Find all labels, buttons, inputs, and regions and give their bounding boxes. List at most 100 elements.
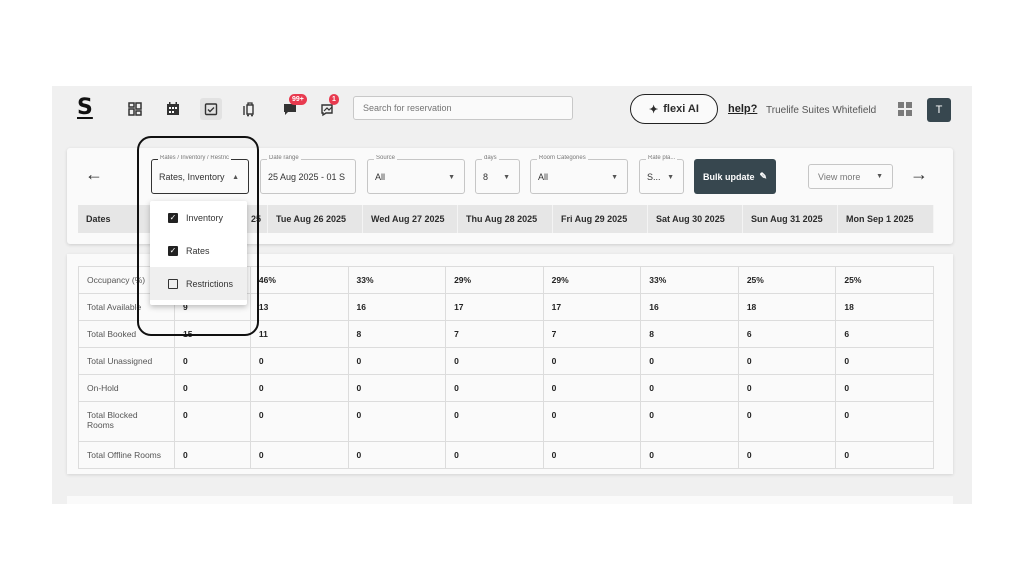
table-cell: 8 (640, 320, 739, 348)
row-label: On-Hold (78, 374, 175, 402)
table-cell: 0 (445, 347, 544, 375)
table-cell: 0 (737, 374, 837, 402)
table-cell: 8 (347, 320, 447, 348)
table-cell: 18 (737, 293, 837, 321)
table-cell: 46% (249, 266, 349, 294)
table-cell: 29% (445, 266, 544, 294)
table-row: Total Blocked Rooms 0 0 0 0 0 0 0 0 (78, 401, 934, 442)
table-cell: 0 (640, 374, 739, 402)
table-cell: 0 (347, 374, 447, 402)
date-range-value: 25 Aug 2025 - 01 S (268, 171, 346, 182)
calendar-icon[interactable] (162, 98, 184, 120)
bulk-update-button[interactable]: Bulk update ✎ (694, 159, 776, 194)
date-header-cell: Sun Aug 31 2025 (743, 205, 838, 233)
table-cell: 0 (445, 374, 544, 402)
table-cell: 0 (174, 401, 251, 442)
caret-down-icon: ▼ (667, 174, 674, 181)
table-cell: 0 (640, 401, 739, 442)
calendar-check-icon[interactable] (200, 98, 222, 120)
date-header-cell: Thu Aug 28 2025 (458, 205, 553, 233)
date-header-cell: Mon Sep 1 2025 (838, 205, 934, 233)
table-cell: 16 (347, 293, 447, 321)
row-label: Total Unassigned (78, 347, 175, 375)
source-select[interactable]: Source All ▼ (367, 155, 465, 194)
table-cell: 33% (640, 266, 739, 294)
room-categories-label: Room Categories (537, 155, 588, 161)
search-input[interactable] (353, 96, 573, 120)
table-cell: 0 (835, 401, 934, 442)
days-value: 8 (483, 171, 489, 182)
date-header-cell: Tue Aug 26 2025 (268, 205, 363, 233)
flexi-ai-button[interactable]: ✦ flexi AI (630, 94, 718, 124)
room-categories-select[interactable]: Room Categories All ▼ (530, 155, 628, 194)
rate-plan-label: Rate pla... (646, 155, 678, 161)
annotation-highlight (137, 136, 259, 336)
table-cell: 0 (249, 441, 349, 469)
view-more-label: View more (818, 171, 861, 182)
help-link[interactable]: help? (728, 103, 757, 115)
table-cell: 0 (835, 374, 934, 402)
table-cell: 17 (445, 293, 544, 321)
caret-down-icon: ▼ (876, 173, 883, 180)
table-cell: 29% (542, 266, 642, 294)
table-cell: 0 (249, 401, 349, 442)
dashboard-icon[interactable] (124, 98, 146, 120)
apps-grid-icon[interactable] (898, 102, 912, 116)
table-cell: 0 (174, 347, 251, 375)
logo[interactable]: S (77, 95, 93, 120)
date-range-label: Date range (267, 155, 301, 161)
table-cell: 0 (737, 347, 837, 375)
table-cell: 0 (737, 401, 837, 442)
table-cell: 0 (347, 441, 447, 469)
table-cell: 0 (347, 347, 447, 375)
hotel-name[interactable]: Truelife Suites Whitefield (766, 105, 876, 116)
date-header-cell: Wed Aug 27 2025 (363, 205, 458, 233)
table-cell: 0 (445, 441, 544, 469)
notification-badge: 1 (329, 94, 339, 105)
table-cell: 0 (249, 347, 349, 375)
date-range-field[interactable]: Date range 25 Aug 2025 - 01 S (260, 155, 356, 194)
caret-down-icon: ▼ (611, 174, 618, 181)
table-cell: 0 (542, 401, 642, 442)
luggage-icon[interactable] (238, 98, 260, 120)
notification-icon[interactable]: 1 (317, 94, 339, 120)
table-cell: 7 (542, 320, 642, 348)
table-cell: 6 (835, 320, 934, 348)
rate-plan-select[interactable]: Rate pla... S... ▼ (639, 155, 684, 194)
table-cell: 0 (542, 374, 642, 402)
source-label: Source (374, 155, 398, 161)
row-label: Total Offline Rooms (78, 441, 175, 469)
date-header-cell: Fri Aug 29 2025 (553, 205, 648, 233)
table-cell: 6 (737, 320, 837, 348)
days-select[interactable]: days 8 ▼ (475, 155, 520, 194)
table-cell: 0 (542, 441, 642, 469)
table-row: Total Offline Rooms 0 0 0 0 0 0 0 0 (78, 441, 934, 469)
avatar[interactable]: T (927, 98, 951, 122)
date-header-cell: Sat Aug 30 2025 (648, 205, 743, 233)
table-cell: 0 (542, 347, 642, 375)
table-cell: 7 (445, 320, 544, 348)
bulk-update-label: Bulk update (702, 171, 755, 182)
lower-panel (67, 496, 953, 504)
table-cell: 0 (640, 441, 739, 469)
table-cell: 25% (835, 266, 934, 294)
caret-down-icon: ▼ (503, 174, 510, 181)
table-row: On-Hold 0 0 0 0 0 0 0 0 (78, 374, 934, 402)
days-label: days (482, 155, 499, 161)
chat-icon[interactable]: 99+ (279, 94, 307, 120)
row-label: Total Blocked Rooms (78, 401, 175, 442)
table-cell: 0 (835, 347, 934, 375)
table-cell: 0 (347, 401, 447, 442)
room-categories-value: All (538, 171, 549, 182)
table-cell: 18 (835, 293, 934, 321)
table-cell: 0 (640, 347, 739, 375)
table-cell: 17 (542, 293, 642, 321)
prev-arrow-icon[interactable]: ← (85, 164, 103, 185)
next-arrow-icon[interactable]: → (910, 164, 928, 185)
table-cell: 0 (174, 441, 251, 469)
chat-badge: 99+ (289, 94, 307, 105)
view-more-select[interactable]: View more ▼ (808, 164, 893, 189)
table-cell: 0 (174, 374, 251, 402)
table-cell: 11 (249, 320, 349, 348)
flexi-ai-label: flexi AI (663, 103, 699, 115)
